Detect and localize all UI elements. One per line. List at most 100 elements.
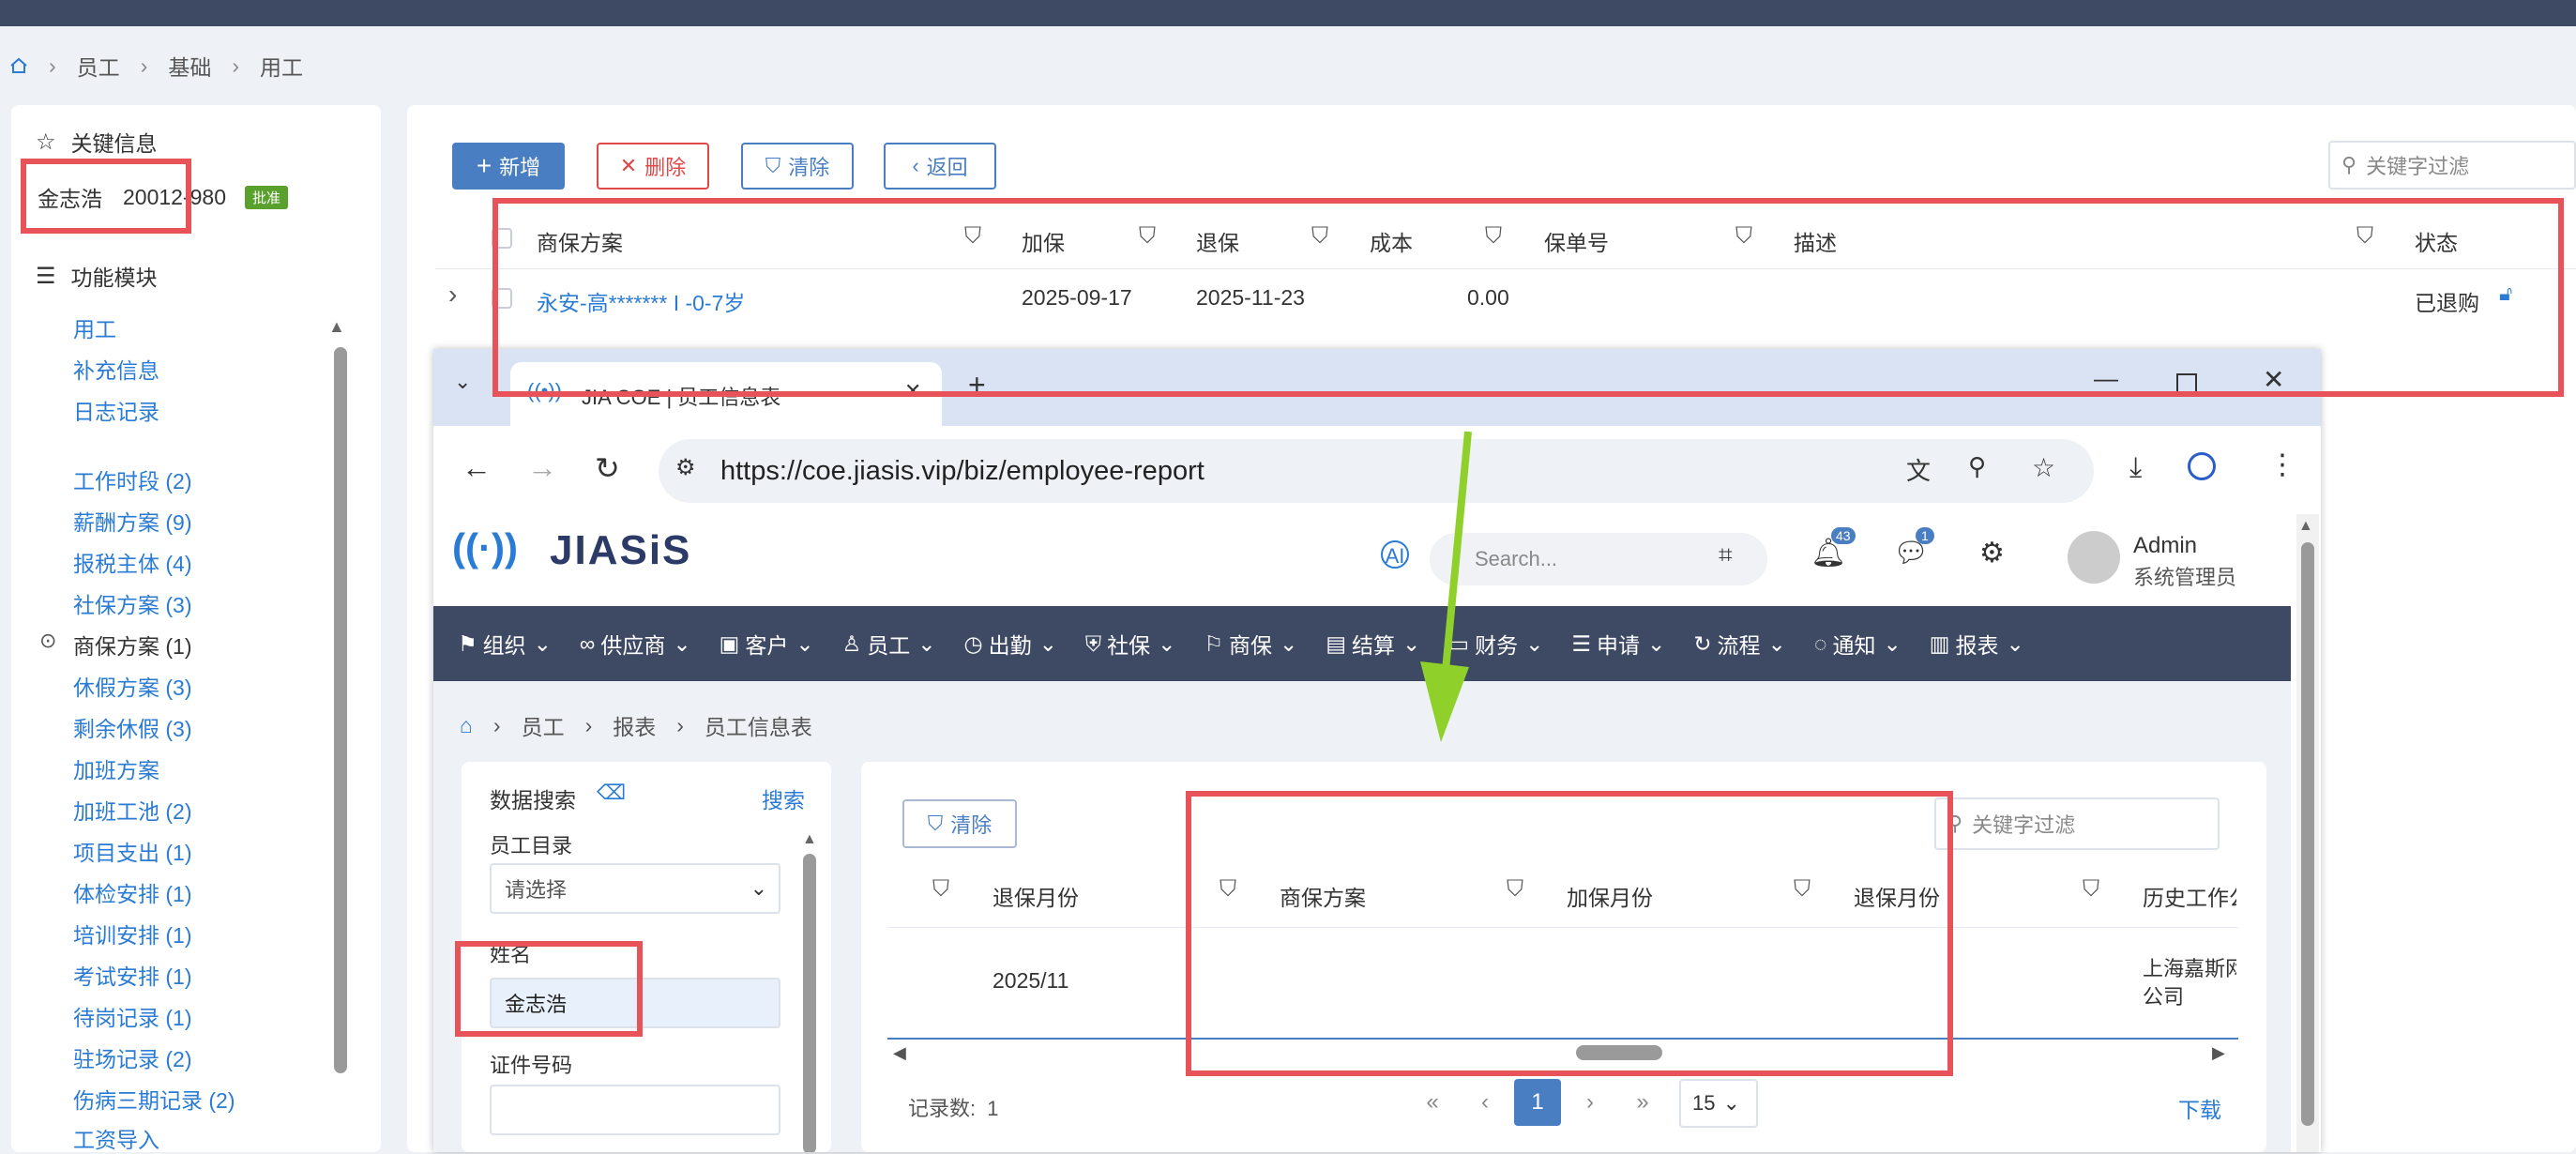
download-icon[interactable]: ⤓	[2129, 452, 2142, 484]
profile-icon[interactable]	[2188, 452, 2216, 480]
nav-label: 供应商	[600, 633, 666, 658]
bookmark-star-icon[interactable]: ☆	[2032, 452, 2055, 483]
left-scrollbar[interactable]	[334, 347, 347, 1073]
sidebar-item[interactable]: 待岗记录 (1)	[73, 1000, 192, 1032]
sidebar-item[interactable]: 用工	[73, 311, 116, 343]
nav-item[interactable]: ▥ 报表 ⌄	[1930, 628, 2024, 660]
nav-icon: ↻	[1693, 630, 1712, 656]
site-info-icon[interactable]: ⚙	[675, 454, 696, 481]
avatar[interactable]	[2068, 531, 2120, 584]
ai-icon[interactable]: AI	[1381, 540, 1409, 569]
sidebar-item[interactable]: 社保方案 (3)	[73, 587, 192, 619]
reload-icon[interactable]: ↻	[595, 450, 620, 486]
forward-icon[interactable]: →	[527, 450, 557, 485]
chevron-down-icon: ⌄	[673, 630, 691, 656]
chevron-down-icon: ⌄	[1525, 630, 1544, 656]
scroll-up-icon[interactable]: ▲	[802, 831, 817, 848]
table-cell: 2025/11	[993, 968, 1069, 993]
sidebar-item[interactable]: 加班工池 (2)	[73, 794, 192, 826]
next-page-icon[interactable]: ›	[1567, 1079, 1614, 1126]
report-keyword-input[interactable]: ⚲ 关键字过滤	[1934, 797, 2220, 850]
search-link[interactable]: 搜索	[762, 782, 805, 814]
first-page-icon[interactable]: «	[1409, 1079, 1456, 1126]
nav-item[interactable]: ∞ 供应商 ⌄	[580, 628, 691, 660]
breadcrumb-item[interactable]: 基础	[168, 50, 211, 82]
scroll-up-icon[interactable]: ▲	[2298, 518, 2313, 535]
breadcrumb-item[interactable]: 报表	[613, 709, 656, 741]
sidebar-item[interactable]: 休假方案 (3)	[73, 670, 192, 702]
delete-button[interactable]: ✕ 删除	[597, 143, 709, 190]
clear-filter-button[interactable]: ⛉ 清除	[741, 143, 854, 190]
scan-icon[interactable]: ⌗	[1719, 540, 1733, 570]
column-header[interactable]: 历史工作公	[2143, 880, 2236, 912]
home-icon[interactable]	[9, 56, 28, 75]
id-input[interactable]	[490, 1085, 780, 1135]
report-clear-button[interactable]: ⛉ 清除	[902, 799, 1017, 848]
app-logo[interactable]: JIASiS	[550, 527, 691, 574]
breadcrumb-item[interactable]: 员工	[77, 50, 120, 82]
sidebar-item[interactable]: 日志记录	[73, 394, 159, 426]
chevron-down-icon: ⌄	[1767, 630, 1786, 656]
add-button[interactable]: + 新增	[452, 143, 565, 190]
sidebar-item[interactable]: 伤病三期记录 (2)	[73, 1083, 235, 1115]
nav-item[interactable]: ▣ 客户 ⌄	[720, 628, 814, 660]
eraser-icon[interactable]: ⌫	[597, 781, 626, 805]
sidebar-item[interactable]: 体检安排 (1)	[73, 876, 192, 908]
prev-page-icon[interactable]: ‹	[1462, 1079, 1508, 1126]
breadcrumb-item: 用工	[260, 55, 304, 80]
expand-row-icon[interactable]: ›	[448, 280, 457, 310]
keyword-search-input[interactable]: ⚲ 关键字过滤	[2328, 141, 2576, 190]
page-number[interactable]: 1	[1514, 1079, 1561, 1126]
breadcrumb: › 员工 › 基础 › 用工	[9, 49, 303, 83]
zoom-icon[interactable]: ⚲	[1968, 452, 1986, 481]
nav-item[interactable]: ⛨ 社保 ⌄	[1085, 628, 1176, 660]
star-icon: ☆	[36, 129, 56, 155]
sidebar-item[interactable]: 加班方案	[73, 752, 159, 784]
sidebar-item[interactable]: 工作时段 (2)	[73, 463, 192, 495]
filter-icon[interactable]: ⛉	[932, 876, 949, 903]
column-header[interactable]: 退保月份	[993, 880, 1079, 912]
breadcrumb-item[interactable]: 员工	[522, 709, 565, 741]
nav-label: 组织	[482, 633, 526, 658]
last-page-icon[interactable]: »	[1619, 1079, 1666, 1126]
nav-item[interactable]: ◷ 出勤 ⌄	[964, 628, 1057, 660]
sidebar-item[interactable]: 项目支出 (1)	[73, 835, 192, 867]
download-link[interactable]: 下载	[2178, 1092, 2221, 1124]
page-size-select[interactable]: 15 ⌄	[1679, 1079, 1758, 1128]
home-icon[interactable]: ⌂	[460, 713, 473, 738]
sidebar-item[interactable]: 驻场记录 (2)	[73, 1041, 192, 1073]
dir-select[interactable]: 请选择 ⌄	[490, 863, 780, 914]
search-panel-scrollbar[interactable]	[803, 854, 816, 1152]
nav-label: 客户	[745, 633, 789, 658]
sidebar-item[interactable]: 薪酬方案 (9)	[73, 505, 192, 537]
sidebar-item[interactable]: 商保方案 (1)	[73, 629, 192, 661]
sidebar-item[interactable]: 报税主体 (4)	[73, 546, 192, 578]
sidebar-item[interactable]: 工资导入	[73, 1122, 159, 1154]
chevron-left-icon: ‹	[912, 154, 919, 177]
message-count: 1	[1916, 527, 1934, 544]
tab-list-icon[interactable]: ⌄	[454, 370, 471, 394]
settings-gear-icon[interactable]: ⚙	[1979, 537, 2005, 569]
back-button[interactable]: ‹ 返回	[884, 143, 996, 190]
page-scrollbar[interactable]	[2301, 542, 2314, 1126]
scroll-left-icon[interactable]: ◀	[893, 1043, 906, 1063]
sidebar-item[interactable]: 培训安排 (1)	[73, 918, 192, 949]
sidebar-item[interactable]: 剩余休假 (3)	[73, 711, 192, 743]
nav-item[interactable]: ♙ 员工 ⌄	[842, 628, 936, 660]
back-icon[interactable]: ←	[462, 450, 492, 485]
nav-item[interactable]: ↻ 流程 ⌄	[1693, 628, 1786, 660]
filter-icon: ⛉	[765, 154, 781, 177]
nav-item[interactable]: ◌ 通知 ⌄	[1814, 628, 1902, 660]
nav-item[interactable]: ☰ 申请 ⌄	[1571, 628, 1665, 660]
nav-item[interactable]: ⚐ 商保 ⌄	[1204, 628, 1297, 660]
scroll-up-icon[interactable]: ▲	[328, 317, 345, 337]
filter-icon[interactable]: ⛉	[2083, 876, 2099, 903]
nav-item[interactable]: ⚑ 组织 ⌄	[458, 628, 552, 660]
translate-icon[interactable]: 文	[1906, 452, 1931, 487]
scroll-right-icon[interactable]: ▶	[2212, 1043, 2225, 1063]
url-field[interactable]: ⚙ https://coe.jiasis.vip/biz/employee-re…	[659, 439, 2094, 503]
notification-count: 43	[1831, 527, 1856, 544]
sidebar-item[interactable]: 补充信息	[73, 353, 159, 385]
sidebar-item[interactable]: 考试安排 (1)	[73, 959, 192, 991]
menu-kebab-icon[interactable]: ⋮	[2268, 448, 2296, 481]
